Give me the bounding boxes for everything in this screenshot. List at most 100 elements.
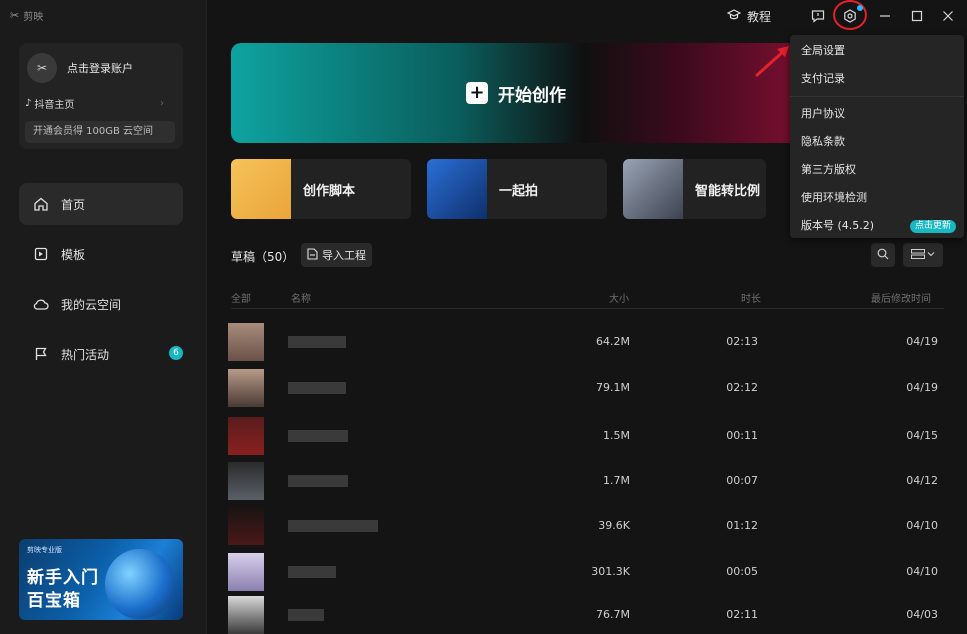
close-icon[interactable] xyxy=(938,6,958,26)
promo-small-text: 剪映专业版 xyxy=(27,546,62,554)
draft-date: 04/10 xyxy=(906,519,938,532)
nav-label: 热门活动 xyxy=(61,347,110,362)
draft-thumbnail xyxy=(228,553,264,591)
header-size[interactable]: 大小 xyxy=(609,290,629,305)
avatar[interactable]: ✂ xyxy=(27,53,57,83)
table-row[interactable]: 79.1M 02:12 04/19 xyxy=(228,369,948,407)
menu-item-third-party[interactable]: 第三方版权 xyxy=(790,156,964,184)
table-row[interactable]: 76.7M 02:11 04/03 xyxy=(228,596,948,634)
draft-size: 301.3K xyxy=(591,565,630,578)
draft-date: 04/19 xyxy=(906,381,938,394)
smart-ratio-card[interactable]: 智能转比例 xyxy=(623,159,766,219)
template-icon xyxy=(33,246,49,262)
table-row[interactable]: 64.2M 02:13 04/19 xyxy=(228,323,948,361)
feedback-icon[interactable] xyxy=(808,6,828,26)
plus-icon: + xyxy=(466,82,488,104)
minimize-icon[interactable] xyxy=(875,6,895,26)
draft-name xyxy=(288,566,336,578)
menu-item-user-agreement[interactable]: 用户协议 xyxy=(790,100,964,128)
draft-date: 04/15 xyxy=(906,429,938,442)
menu-item-privacy[interactable]: 隐私条款 xyxy=(790,128,964,156)
draft-thumbnail xyxy=(228,507,264,545)
nav-item-home[interactable]: 首页 xyxy=(19,183,183,225)
cloud-icon xyxy=(33,296,49,312)
draft-size: 64.2M xyxy=(596,335,630,348)
start-creation-button[interactable]: + 开始创作 xyxy=(231,43,801,143)
title-bar: 教程 xyxy=(207,0,967,32)
draft-duration: 00:11 xyxy=(726,429,758,442)
flag-icon xyxy=(33,346,49,362)
capcut-logo-icon: ✂ xyxy=(10,9,20,22)
draft-thumbnail xyxy=(228,596,264,634)
tutorial-button[interactable]: 教程 xyxy=(726,8,772,25)
version-label: 版本号 (4.5.2) xyxy=(801,219,875,232)
nav-item-events[interactable]: 热门活动 6 xyxy=(19,333,183,375)
shoot-together-card[interactable]: 一起拍 xyxy=(427,159,607,219)
douyin-link[interactable]: ♪ 抖音主页 › xyxy=(25,96,164,111)
tutorial-label: 教程 xyxy=(747,10,772,24)
view-toggle-button[interactable] xyxy=(903,243,943,267)
draft-thumbnail xyxy=(228,462,264,500)
promo-banner[interactable]: 剪映专业版 新手入门 百宝箱 xyxy=(19,539,183,620)
header-modified[interactable]: 最后修改时间 xyxy=(871,290,943,305)
menu-item-payment-records[interactable]: 支付记录 xyxy=(790,65,964,93)
draft-duration: 02:11 xyxy=(726,608,758,621)
header-divider xyxy=(231,308,944,309)
draft-name xyxy=(288,430,348,442)
sidebar: ✂ 剪映 ✂ 点击登录账户 ♪ 抖音主页 › 开通会员得 100GB 云空间 首… xyxy=(0,0,207,634)
nav-label: 首页 xyxy=(61,197,86,212)
settings-menu: 全局设置 支付记录 用户协议 隐私条款 第三方版权 使用环境检测 版本号 (4.… xyxy=(790,35,964,238)
draft-date: 04/10 xyxy=(906,565,938,578)
menu-item-global-settings[interactable]: 全局设置 xyxy=(790,37,964,65)
card-label: 智能转比例 xyxy=(695,183,761,199)
draft-duration: 01:12 xyxy=(726,519,758,532)
header-duration[interactable]: 时长 xyxy=(741,290,761,305)
draft-name xyxy=(288,475,348,487)
ratio-thumbnail xyxy=(623,159,683,219)
draft-size: 76.7M xyxy=(596,608,630,621)
draft-size: 79.1M xyxy=(596,381,630,394)
annotation-arrow-icon xyxy=(754,46,789,78)
nav-item-template[interactable]: 模板 xyxy=(19,233,183,275)
script-card[interactable]: 创作脚本 xyxy=(231,159,411,219)
promo-title-2: 百宝箱 xyxy=(27,591,81,611)
tiktok-icon: ♪ xyxy=(25,98,32,109)
draft-name xyxy=(288,609,324,621)
import-project-button[interactable]: 导入工程 xyxy=(301,243,372,267)
account-panel[interactable]: ✂ 点击登录账户 ♪ 抖音主页 › 开通会员得 100GB 云空间 xyxy=(19,43,183,149)
draft-date: 04/12 xyxy=(906,474,938,487)
maximize-icon[interactable] xyxy=(907,6,927,26)
draft-date: 04/03 xyxy=(906,608,938,621)
nav-label: 模板 xyxy=(61,247,86,262)
draft-size: 39.6K xyxy=(598,519,630,532)
draft-name xyxy=(288,382,346,394)
draft-thumbnail xyxy=(228,323,264,361)
table-row[interactable]: 1.5M 00:11 04/15 xyxy=(228,417,948,455)
table-row[interactable]: 1.7M 00:07 04/12 xyxy=(228,462,948,500)
search-button[interactable] xyxy=(871,243,895,267)
header-all[interactable]: 全部 xyxy=(231,290,251,305)
table-row[interactable]: 39.6K 01:12 04/10 xyxy=(228,507,948,545)
draft-duration: 02:12 xyxy=(726,381,758,394)
draft-duration: 02:13 xyxy=(726,335,758,348)
card-label: 一起拍 xyxy=(499,183,539,199)
drafts-title: 草稿（50） xyxy=(231,250,295,264)
shoot-thumbnail xyxy=(427,159,487,219)
import-label: 导入工程 xyxy=(322,249,366,262)
draft-date: 04/19 xyxy=(906,335,938,348)
login-link[interactable]: 点击登录账户 xyxy=(67,60,133,76)
table-row[interactable]: 301.3K 00:05 04/10 xyxy=(228,553,948,591)
menu-item-env-check[interactable]: 使用环境检测 xyxy=(790,184,964,212)
nav-item-cloud[interactable]: 我的云空间 xyxy=(19,283,183,325)
home-icon xyxy=(33,196,49,212)
vip-button[interactable]: 开通会员得 100GB 云空间 xyxy=(25,121,175,143)
header-name[interactable]: 名称 xyxy=(291,290,311,305)
menu-item-version[interactable]: 版本号 (4.5.2) 点击更新 xyxy=(790,212,964,240)
update-button[interactable]: 点击更新 xyxy=(909,220,956,233)
draft-duration: 00:05 xyxy=(726,565,758,578)
promo-title-1: 新手入门 xyxy=(27,568,99,588)
list-view-icon xyxy=(911,248,935,262)
draft-size: 1.5M xyxy=(603,429,630,442)
search-icon xyxy=(877,248,889,263)
app-window: ✂ 剪映 ✂ 点击登录账户 ♪ 抖音主页 › 开通会员得 100GB 云空间 首… xyxy=(0,0,967,634)
